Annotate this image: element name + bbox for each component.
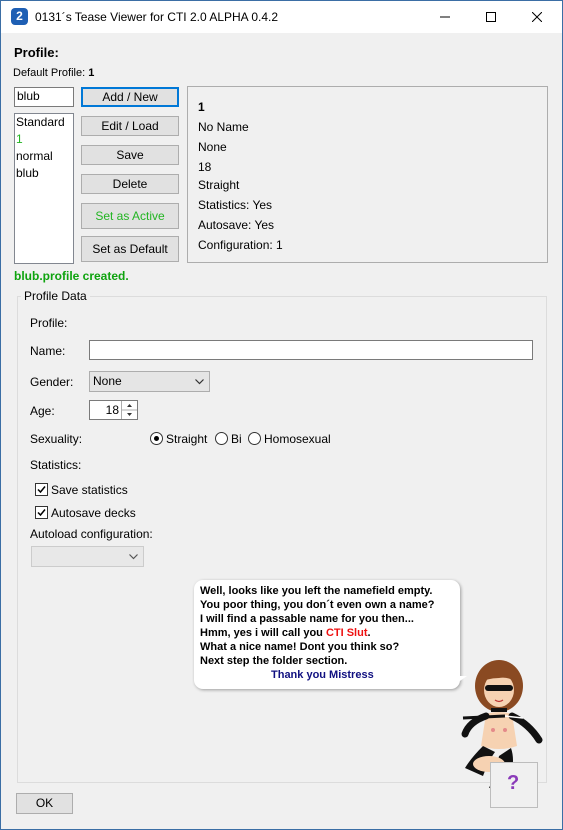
add-new-button[interactable]: Add / New	[81, 87, 179, 107]
title-bar[interactable]: 2 0131´s Tease Viewer for CTI 2.0 ALPHA …	[1, 1, 562, 33]
minimize-icon	[440, 16, 450, 18]
profile-label: Profile:	[30, 316, 68, 330]
status-message: blub.profile created.	[14, 269, 129, 283]
profile-info-panel: 1 No Name None 18 Straight Statistics: Y…	[187, 86, 548, 263]
chevron-down-icon	[129, 554, 138, 560]
name-field[interactable]	[89, 340, 533, 360]
bubble-line-6: Next step the folder section.	[200, 655, 348, 667]
save-statistics-checkbox[interactable]	[35, 483, 48, 496]
default-profile-label: Default Profile:	[13, 67, 86, 79]
bubble-line-4-prefix: Hmm, yes i will call you	[200, 627, 326, 639]
minimize-button[interactable]	[422, 1, 468, 33]
statistics-label: Statistics:	[30, 458, 82, 472]
bubble-line-5: What a nice name! Dont you think so?	[200, 641, 400, 653]
save-statistics-label[interactable]: Save statistics	[51, 483, 128, 497]
checkmark-icon	[37, 509, 46, 517]
gender-label: Gender:	[30, 375, 74, 389]
bubble-line-4: Hmm, yes i will call you CTI Slut.	[200, 627, 371, 639]
help-button[interactable]: ?	[490, 762, 538, 808]
info-age: 18	[198, 160, 212, 174]
radio-straight[interactable]	[150, 432, 163, 445]
info-autosave: Autosave: Yes	[198, 218, 275, 232]
autosave-decks-checkbox[interactable]	[35, 506, 48, 519]
gender-select-value: None	[93, 374, 122, 388]
set-active-button[interactable]: Set as Active	[81, 203, 179, 229]
age-label: Age:	[30, 404, 55, 418]
edit-load-button[interactable]: Edit / Load	[81, 116, 179, 136]
profile-list[interactable]: Standard 1 normal blub	[14, 113, 74, 264]
window-title: 0131´s Tease Viewer for CTI 2.0 ALPHA 0.…	[35, 10, 279, 24]
profile-heading: Profile:	[14, 45, 59, 60]
save-button[interactable]: Save	[81, 145, 179, 165]
sexuality-label: Sexuality:	[30, 432, 83, 446]
close-button[interactable]	[514, 1, 560, 33]
list-item-active[interactable]: 1	[15, 131, 73, 148]
info-configuration: Configuration: 1	[198, 238, 283, 252]
spin-arrows-icon	[122, 404, 137, 416]
age-spin-buttons[interactable]	[121, 401, 137, 419]
profile-data-group-title: Profile Data	[21, 289, 90, 303]
radio-homosexual[interactable]	[248, 432, 261, 445]
app-icon: 2	[11, 8, 28, 25]
autosave-decks-label[interactable]: Autosave decks	[51, 506, 136, 520]
ok-button[interactable]: OK	[16, 793, 73, 814]
bubble-line-4-suffix: .	[367, 627, 371, 639]
set-default-button[interactable]: Set as Default	[81, 236, 179, 262]
list-item[interactable]: blub	[15, 165, 73, 182]
info-profile-id: 1	[198, 100, 205, 114]
default-profile-row: Default Profile: 1	[13, 67, 94, 79]
bubble-assigned-name: CTI Slut	[325, 627, 368, 639]
gender-select[interactable]: None	[89, 371, 210, 392]
age-stepper[interactable]: 18	[89, 400, 138, 420]
maximize-button[interactable]	[468, 1, 514, 33]
question-mark-icon: ?	[507, 772, 520, 794]
radio-bi-label[interactable]: Bi	[231, 432, 242, 446]
bubble-line-7: Thank you Mistress	[271, 669, 374, 681]
delete-button[interactable]: Delete	[81, 174, 179, 194]
bubble-line-1: Well, looks like you left the namefield …	[200, 585, 433, 597]
checkmark-icon	[37, 486, 46, 494]
autoload-select[interactable]	[31, 546, 144, 567]
radio-bi[interactable]	[215, 432, 228, 445]
profile-name-input[interactable]: blub	[14, 87, 74, 107]
close-icon	[532, 12, 542, 22]
info-statistics: Statistics: Yes	[198, 198, 273, 212]
info-gender: None	[198, 140, 227, 154]
bubble-line-2: You poor thing, you don´t even own a nam…	[200, 599, 435, 611]
list-item[interactable]: normal	[15, 148, 73, 165]
main-window: 2 0131´s Tease Viewer for CTI 2.0 ALPHA …	[0, 0, 563, 830]
bubble-line-3: I will find a passable name for you then…	[200, 613, 414, 625]
speech-bubble: Well, looks like you left the namefield …	[194, 580, 460, 689]
default-profile-value: 1	[88, 67, 95, 79]
autoload-label: Autoload configuration:	[30, 527, 153, 541]
age-value: 18	[105, 403, 119, 417]
radio-straight-label[interactable]: Straight	[166, 432, 207, 446]
list-item[interactable]: Standard	[15, 114, 73, 131]
radio-homosexual-label[interactable]: Homosexual	[264, 432, 331, 446]
name-label: Name:	[30, 344, 66, 358]
chevron-down-icon	[195, 379, 204, 385]
info-sexuality: Straight	[198, 178, 240, 192]
maximize-icon	[486, 12, 496, 22]
info-name: No Name	[198, 120, 249, 134]
